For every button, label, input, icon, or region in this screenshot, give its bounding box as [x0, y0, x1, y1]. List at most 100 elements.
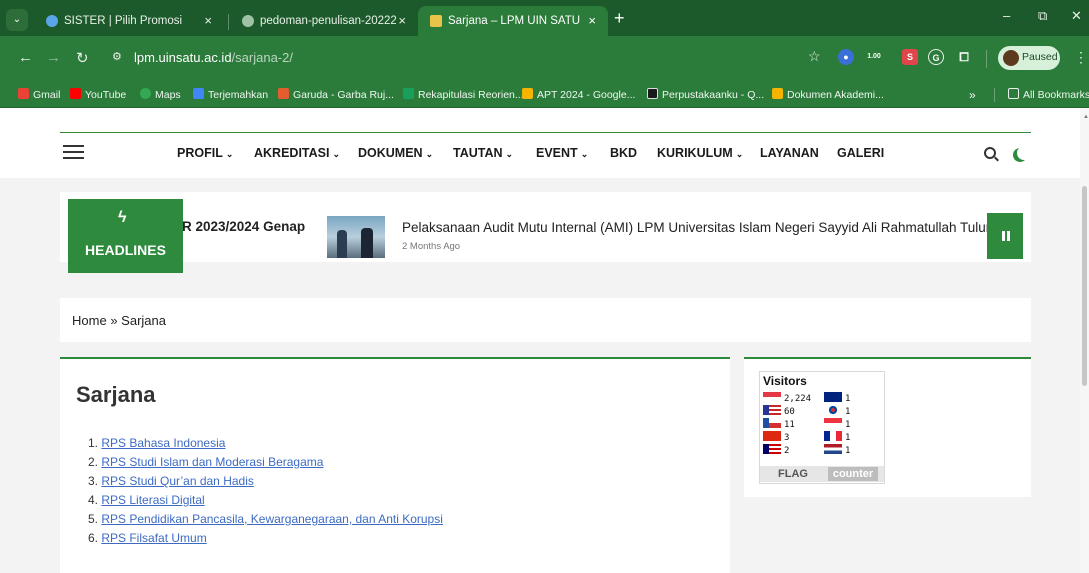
sister-favicon-icon	[46, 15, 58, 27]
scroll-thumb[interactable]	[1082, 186, 1087, 386]
headlines-ticker: R 2023/2024 Genap Pelaksanaan Audit Mutu…	[60, 192, 1031, 273]
tab-search-button[interactable]: ⌄	[6, 9, 28, 31]
forward-arrow-icon[interactable]: →	[46, 49, 61, 66]
bookmark-dokumen-akademi[interactable]: Dokumen Akademi...	[772, 82, 884, 108]
search-icon[interactable]	[984, 147, 996, 159]
nav-kurikulum[interactable]: KURIKULUM ⌄	[657, 146, 743, 160]
reload-icon[interactable]: ↻	[76, 49, 89, 67]
bookmark-youtube[interactable]: YouTube	[70, 82, 126, 108]
bookmark-gmail[interactable]: Gmail	[18, 82, 60, 108]
headline-date: 2 Months Ago	[402, 241, 461, 252]
ticker-previous-headline[interactable]: R 2023/2024 Genap	[182, 219, 305, 234]
drive-icon	[772, 88, 783, 99]
all-bookmarks-button[interactable]: All Bookmarks	[1008, 82, 1089, 108]
browser-tab-bar: ⌄ SISTER | Pilih Promosi × pedoman-penul…	[0, 0, 1089, 36]
q-icon	[647, 88, 658, 99]
nav-bkd[interactable]: BKD	[610, 146, 637, 160]
lpm-favicon-icon	[430, 15, 442, 27]
flag-indonesia-icon	[763, 392, 781, 402]
dark-mode-moon-icon[interactable]	[1017, 146, 1031, 160]
rps-link[interactable]: RPS Studi Islam dan Moderasi Beragama	[101, 455, 323, 469]
new-tab-button[interactable]: +	[614, 8, 625, 29]
close-window-button[interactable]: ✕	[1071, 8, 1082, 24]
nav-tautan[interactable]: TAUTAN ⌄	[453, 146, 513, 160]
youtube-icon	[70, 88, 81, 99]
header-accent-line	[60, 132, 1031, 133]
site-settings-icon[interactable]: ⚙	[112, 50, 122, 63]
tab-divider	[228, 14, 229, 30]
rps-link[interactable]: RPS Pendidikan Pancasila, Kewarganegaraa…	[101, 512, 443, 526]
nav-layanan[interactable]: LAYANAN	[760, 146, 819, 160]
bookmark-star-icon[interactable]: ☆	[808, 48, 821, 65]
page-title: Sarjana	[76, 382, 156, 407]
rps-link[interactable]: RPS Bahasa Indonesia	[101, 436, 225, 450]
brand-flag-label: FLAG	[778, 468, 808, 480]
rps-link[interactable]: RPS Studi Qur’an dan Hadis	[101, 474, 254, 488]
close-icon[interactable]: ×	[588, 6, 596, 36]
flag-counter-brand[interactable]: FLAG counter	[760, 466, 884, 482]
flag-counter-widget[interactable]: Visitors 2,224 60 11 3 2 1 1 1 1 1 FLAG …	[759, 371, 885, 484]
headline-title[interactable]: Pelaksanaan Audit Mutu Internal (AMI) LP…	[402, 220, 987, 235]
bookmark-garuda[interactable]: Garuda - Garba Ruj...	[278, 82, 394, 108]
more-menu-icon[interactable]: ⋮	[1074, 49, 1088, 66]
nav-event[interactable]: EVENT ⌄	[536, 146, 588, 160]
restore-button[interactable]: ⧉	[1038, 8, 1047, 24]
list-item: 1. RPS Bahasa Indonesia	[88, 436, 226, 450]
rps-link[interactable]: RPS Literasi Digital	[101, 493, 204, 507]
flag-counter-row: 1	[824, 392, 850, 404]
rps-link[interactable]: RPS Filsafat Umum	[101, 531, 206, 545]
grammarly-icon[interactable]: G	[928, 49, 944, 65]
breadcrumb-home[interactable]: Home	[72, 313, 107, 328]
extension-icon[interactable]: ●	[838, 49, 854, 65]
flag-counter-row: 60	[763, 405, 795, 417]
sheets-icon	[403, 88, 414, 99]
web-page: ▲ PROFIL ⌄ AKREDITASI ⌄ DOKUMEN ⌄ TAUTAN ⌄ E…	[0, 108, 1089, 573]
bookmarks-divider	[994, 88, 995, 102]
hamburger-menu-icon[interactable]	[63, 145, 84, 159]
flag-counter-row: 2,224	[763, 392, 811, 404]
tab-label: Sarjana – LPM UIN SATU	[448, 15, 581, 27]
nav-akreditasi[interactable]: AKREDITASI ⌄	[254, 146, 340, 160]
tab-pedoman[interactable]: pedoman-penulisan-202223ma ×	[230, 6, 418, 36]
maps-pin-icon	[140, 88, 151, 99]
flag-france-icon	[824, 431, 842, 441]
counter-extension-icon[interactable]: 1.00	[866, 49, 882, 65]
flag-counter-row: 1	[824, 418, 850, 430]
tab-label: pedoman-penulisan-202223ma	[260, 15, 396, 27]
flag-counter-row: 2	[763, 444, 789, 456]
chevron-down-icon: ⌄	[505, 149, 514, 159]
breadcrumb-separator: »	[110, 313, 118, 328]
bookmark-apt2024[interactable]: APT 2024 - Google...	[522, 82, 635, 108]
headline-thumbnail[interactable]	[327, 216, 385, 258]
tab-sister[interactable]: SISTER | Pilih Promosi ×	[34, 6, 224, 36]
s-extension-icon[interactable]: S	[902, 49, 918, 65]
bookmarks-overflow-button[interactable]: »	[969, 82, 976, 108]
minimize-button[interactable]: –	[1003, 8, 1010, 23]
nav-profil[interactable]: PROFIL ⌄	[177, 146, 233, 160]
list-item: 3. RPS Studi Qur’an dan Hadis	[88, 474, 254, 488]
avatar	[1003, 50, 1019, 66]
flag-singapore-icon	[824, 418, 842, 428]
bookmark-perpustakaanku[interactable]: Perpustakaanku - Q...	[647, 82, 764, 108]
scroll-up-arrow-icon[interactable]: ▲	[1083, 114, 1089, 120]
profile-button[interactable]: Paused	[998, 46, 1060, 70]
tab-label: SISTER | Pilih Promosi	[64, 15, 183, 27]
nav-galeri[interactable]: GALERI	[837, 146, 884, 160]
bookmark-terjemahkan[interactable]: Terjemahkan	[193, 82, 268, 108]
url-text[interactable]: lpm.uinsatu.ac.id/sarjana-2/	[134, 50, 293, 65]
bookmark-rekapitulasi[interactable]: Rekapitulasi Reorien...	[403, 82, 524, 108]
flag-usa-icon	[763, 405, 781, 415]
list-item: 5. RPS Pendidikan Pancasila, Kewarganega…	[88, 512, 443, 526]
flag-counter-row: 1	[824, 405, 850, 417]
back-arrow-icon[interactable]: ←	[18, 49, 33, 66]
close-icon[interactable]: ×	[204, 6, 212, 36]
ticker-pause-button[interactable]	[987, 213, 1023, 259]
bookmark-maps[interactable]: Maps	[140, 82, 181, 108]
puzzle-icon[interactable]: ⧠	[956, 49, 972, 65]
nav-dokumen[interactable]: DOKUMEN ⌄	[358, 146, 433, 160]
tab-sarjana[interactable]: Sarjana – LPM UIN SATU ×	[418, 6, 608, 36]
page-scrollbar[interactable]	[1080, 108, 1089, 573]
flag-china-icon	[763, 431, 781, 441]
address-bar[interactable]: ⚙ lpm.uinsatu.ac.id/sarjana-2/	[100, 42, 830, 74]
close-icon[interactable]: ×	[398, 6, 406, 36]
